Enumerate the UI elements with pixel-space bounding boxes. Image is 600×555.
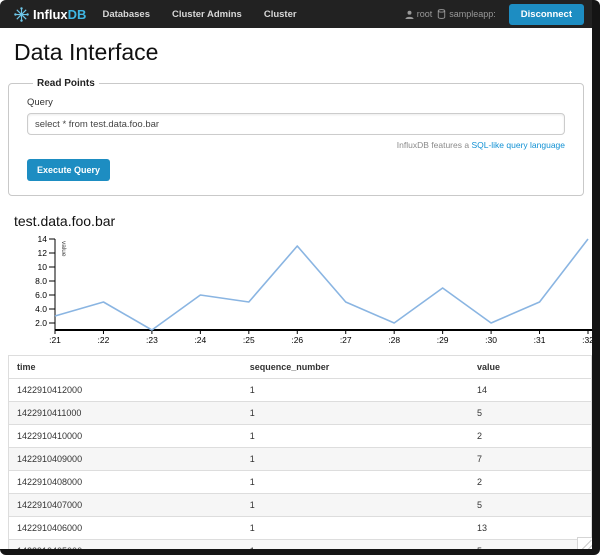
disconnect-button[interactable]: Disconnect (509, 4, 584, 25)
cell-time: 1422910409000 (9, 448, 242, 471)
influxdb-logo-icon (14, 7, 29, 22)
page-title: Data Interface (14, 39, 578, 66)
cell-sequence-number: 1 (242, 517, 469, 540)
query-help-text: InfluxDB features a SQL-like query langu… (27, 140, 565, 150)
query-input[interactable] (27, 113, 565, 135)
cell-time: 1422910406000 (9, 517, 242, 540)
cell-value: 2 (469, 425, 591, 448)
cell-time: 1422910407000 (9, 494, 242, 517)
svg-text::31: :31 (534, 335, 546, 345)
cell-sequence-number: 1 (242, 494, 469, 517)
cell-value: 13 (469, 517, 591, 540)
svg-text:2.0: 2.0 (35, 318, 47, 328)
database-name: sampleapp: (449, 9, 496, 19)
cell-value: 7 (469, 448, 591, 471)
column-header-sequence-number: sequence_number (242, 356, 469, 379)
table-row: 142291040500015 (9, 540, 592, 550)
nav-item-cluster-admins[interactable]: Cluster Admins (172, 9, 242, 20)
read-points-panel: Read Points Query InfluxDB features a SQ… (8, 78, 584, 196)
svg-text::26: :26 (291, 335, 303, 345)
nav-links: Databases Cluster Admins Cluster (102, 9, 296, 20)
svg-text:value: value (60, 241, 67, 257)
results-table-header: time sequence_number value (9, 356, 592, 379)
column-header-value: value (469, 356, 591, 379)
read-points-legend: Read Points (33, 78, 99, 89)
cell-sequence-number: 1 (242, 448, 469, 471)
svg-text::30: :30 (485, 335, 497, 345)
svg-text::29: :29 (437, 335, 449, 345)
query-result-chart: 2.0 4.0 6.0 8.0 10 12 14 :21 :22 :23 :24 :25 :26 :27:… (8, 233, 592, 351)
cell-value: 2 (469, 471, 591, 494)
cell-time: 1422910412000 (9, 379, 242, 402)
nav-item-databases[interactable]: Databases (102, 9, 150, 20)
help-prefix: InfluxDB features a (397, 140, 472, 150)
svg-text::28: :28 (388, 335, 400, 345)
cell-sequence-number: 1 (242, 471, 469, 494)
cell-sequence-number: 1 (242, 402, 469, 425)
series-title: test.data.foo.bar (14, 213, 578, 229)
cell-sequence-number: 1 (242, 379, 469, 402)
nav-item-cluster[interactable]: Cluster (264, 9, 297, 20)
execute-query-button[interactable]: Execute Query (27, 159, 110, 181)
cell-time: 1422910408000 (9, 471, 242, 494)
cell-time: 1422910405000 (9, 540, 242, 550)
cell-value: 5 (469, 540, 591, 550)
browser-viewport: InfluxDB Databases Cluster Admins Cluste… (0, 0, 592, 549)
resize-grip[interactable] (577, 537, 592, 549)
navbar: InfluxDB Databases Cluster Admins Cluste… (0, 0, 592, 28)
svg-text::21: :21 (49, 335, 61, 345)
svg-text::23: :23 (146, 335, 158, 345)
user-icon (405, 10, 414, 19)
cell-sequence-number: 1 (242, 425, 469, 448)
sql-docs-link[interactable]: SQL-like query language (471, 140, 565, 150)
svg-text::25: :25 (243, 335, 255, 345)
cell-value: 14 (469, 379, 591, 402)
results-table: time sequence_number value 1422910412000… (8, 355, 592, 549)
column-header-time: time (9, 356, 242, 379)
table-row: 142291040700015 (9, 494, 592, 517)
influxdb-brand[interactable]: InfluxDB (14, 7, 86, 22)
app-window: InfluxDB Databases Cluster Admins Cluste… (0, 0, 600, 555)
table-row: 142291041000012 (9, 425, 592, 448)
current-database: sampleapp: (437, 9, 496, 19)
svg-text::22: :22 (98, 335, 110, 345)
svg-text:12: 12 (38, 248, 48, 258)
svg-text:4.0: 4.0 (35, 304, 47, 314)
svg-text::24: :24 (194, 335, 206, 345)
cell-value: 5 (469, 402, 591, 425)
brand-text-influx: Influx (33, 7, 68, 22)
current-user: root (405, 9, 433, 19)
brand-text-db: DB (68, 7, 87, 22)
query-label: Query (27, 97, 565, 108)
cell-sequence-number: 1 (242, 540, 469, 550)
table-row: 142291041100015 (9, 402, 592, 425)
table-row: 1422910412000114 (9, 379, 592, 402)
svg-text:10: 10 (38, 262, 48, 272)
table-row: 142291040800012 (9, 471, 592, 494)
cell-value: 5 (469, 494, 591, 517)
svg-text:8.0: 8.0 (35, 276, 47, 286)
username: root (417, 9, 433, 19)
table-row: 142291040900017 (9, 448, 592, 471)
svg-text::32: :32 (582, 335, 592, 345)
svg-text::27: :27 (340, 335, 352, 345)
svg-text:14: 14 (38, 234, 48, 244)
cell-time: 1422910410000 (9, 425, 242, 448)
table-row: 1422910406000113 (9, 517, 592, 540)
svg-text:6.0: 6.0 (35, 290, 47, 300)
cell-time: 1422910411000 (9, 402, 242, 425)
navbar-session-info: root sampleapp: Disconnect (405, 4, 584, 25)
database-icon (437, 9, 446, 19)
